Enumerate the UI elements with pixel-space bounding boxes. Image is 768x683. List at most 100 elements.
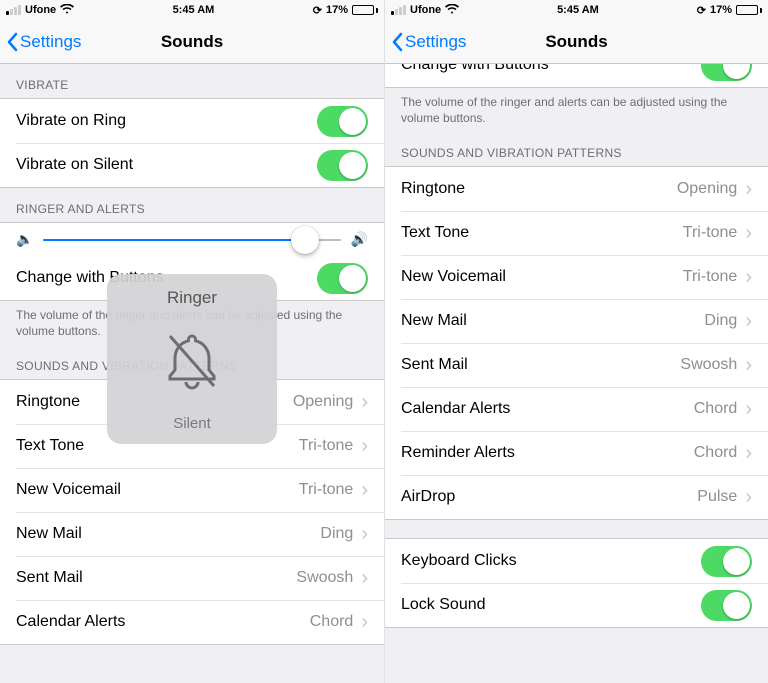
left-screenshot: Ufone 5:45 AM ⟳ 17% Settings Sounds bbox=[0, 0, 384, 683]
back-label: Settings bbox=[405, 32, 466, 52]
row-value: Swoosh bbox=[296, 569, 353, 587]
row-label: Keyboard Clicks bbox=[401, 552, 701, 570]
row-label: Change with Buttons bbox=[401, 64, 701, 74]
bell-silent-icon bbox=[152, 322, 232, 402]
chevron-right-icon: › bbox=[361, 480, 368, 500]
row-label: Reminder Alerts bbox=[401, 444, 694, 462]
row-value: Ding bbox=[704, 312, 737, 330]
row-label: Lock Sound bbox=[401, 596, 701, 614]
list-item[interactable]: Reminder AlertsChord › bbox=[385, 431, 768, 475]
speaker-high-icon: 🔊 bbox=[351, 231, 368, 248]
row-value: Swoosh bbox=[680, 356, 737, 374]
chevron-right-icon: › bbox=[361, 436, 368, 456]
chevron-left-icon bbox=[6, 32, 18, 52]
status-bar: Ufone 5:45 AM ⟳ 17% bbox=[0, 0, 384, 20]
status-time: 5:45 AM bbox=[173, 4, 215, 16]
section-header-ringer: RINGER AND ALERTS bbox=[0, 188, 384, 222]
row-value: Opening bbox=[293, 393, 354, 411]
chevron-left-icon bbox=[391, 32, 403, 52]
list-item[interactable]: AirDropPulse› bbox=[385, 475, 768, 519]
row-value: Tri-tone bbox=[299, 481, 354, 499]
wifi-icon bbox=[60, 4, 74, 17]
chevron-right-icon: › bbox=[745, 179, 752, 199]
battery-pct: 17% bbox=[326, 4, 348, 16]
list-item[interactable]: Text ToneTri-tone › bbox=[385, 211, 768, 255]
row-value: Ding bbox=[320, 525, 353, 543]
row-label: New Voicemail bbox=[16, 481, 299, 499]
carrier-label: Ufone bbox=[410, 4, 441, 16]
status-time: 5:45 AM bbox=[557, 4, 599, 16]
battery-pct: 17% bbox=[710, 4, 732, 16]
chevron-right-icon: › bbox=[361, 524, 368, 544]
row-value: Opening bbox=[677, 180, 738, 198]
toggle-keyboard-clicks[interactable] bbox=[701, 546, 752, 577]
wifi-icon bbox=[445, 4, 459, 17]
row-keyboard-clicks[interactable]: Keyboard Clicks bbox=[385, 539, 768, 583]
section-header-vibrate: VIBRATE bbox=[0, 64, 384, 98]
toggle-change-buttons[interactable] bbox=[701, 64, 752, 81]
list-item[interactable]: Sent MailSwoosh › bbox=[385, 343, 768, 387]
nav-bar: Settings Sounds bbox=[0, 20, 384, 64]
carrier-label: Ufone bbox=[25, 4, 56, 16]
list-item[interactable]: New MailDing› bbox=[385, 299, 768, 343]
chevron-right-icon: › bbox=[361, 612, 368, 632]
speaker-low-icon: 🔈 bbox=[16, 231, 33, 248]
chevron-right-icon: › bbox=[745, 311, 752, 331]
ringer-hud-overlay: Ringer Silent bbox=[107, 274, 277, 444]
rotation-lock-icon: ⟳ bbox=[697, 4, 706, 17]
row-label: Sent Mail bbox=[401, 356, 680, 374]
row-label: New Voicemail bbox=[401, 268, 683, 286]
list-item[interactable]: New VoicemailTri-tone › bbox=[0, 468, 384, 512]
right-screenshot: Ufone 5:45 AM ⟳ 17% Settings Sounds bbox=[384, 0, 768, 683]
row-label: Calendar Alerts bbox=[401, 400, 694, 418]
battery-icon bbox=[352, 5, 378, 15]
section-footer: The volume of the ringer and alerts can … bbox=[385, 88, 768, 132]
row-value: Chord bbox=[694, 444, 738, 462]
row-lock-sound[interactable]: Lock Sound bbox=[385, 583, 768, 627]
toggle-change-buttons[interactable] bbox=[317, 263, 368, 294]
row-label: Vibrate on Silent bbox=[16, 156, 317, 174]
battery-icon bbox=[736, 5, 762, 15]
signal-icon bbox=[391, 5, 406, 15]
row-label: Vibrate on Ring bbox=[16, 112, 317, 130]
chevron-right-icon: › bbox=[361, 568, 368, 588]
list-item[interactable]: Sent MailSwoosh › bbox=[0, 556, 384, 600]
chevron-right-icon: › bbox=[745, 399, 752, 419]
status-bar: Ufone 5:45 AM ⟳ 17% bbox=[385, 0, 768, 20]
list-item[interactable]: New VoicemailTri-tone› bbox=[385, 255, 768, 299]
toggle-lock-sound[interactable] bbox=[701, 590, 752, 621]
row-label: Text Tone bbox=[401, 224, 683, 242]
row-value: Pulse bbox=[697, 488, 737, 506]
chevron-right-icon: › bbox=[745, 487, 752, 507]
rotation-lock-icon: ⟳ bbox=[313, 4, 322, 17]
row-vibrate-on-silent[interactable]: Vibrate on Silent bbox=[0, 143, 384, 187]
row-vibrate-on-ring[interactable]: Vibrate on Ring bbox=[0, 99, 384, 143]
chevron-right-icon: › bbox=[745, 443, 752, 463]
row-label: Sent Mail bbox=[16, 569, 296, 587]
row-value: Tri-tone bbox=[299, 437, 354, 455]
chevron-right-icon: › bbox=[745, 355, 752, 375]
signal-icon bbox=[6, 5, 21, 15]
toggle-vibrate-silent[interactable] bbox=[317, 150, 368, 181]
back-label: Settings bbox=[20, 32, 81, 52]
section-header-patterns: SOUNDS AND VIBRATION PATTERNS bbox=[385, 132, 768, 166]
row-value: Tri-tone bbox=[683, 224, 738, 242]
chevron-right-icon: › bbox=[745, 267, 752, 287]
list-item[interactable]: Calendar AlertsChord › bbox=[385, 387, 768, 431]
back-button[interactable]: Settings bbox=[0, 32, 81, 52]
nav-bar: Settings Sounds bbox=[385, 20, 768, 64]
volume-slider-row[interactable]: 🔈 🔊 bbox=[0, 223, 384, 256]
row-value: Chord bbox=[694, 400, 738, 418]
list-item[interactable]: New MailDing › bbox=[0, 512, 384, 556]
list-item[interactable]: Calendar AlertsChord› bbox=[0, 600, 384, 644]
toggle-vibrate-ring[interactable] bbox=[317, 106, 368, 137]
chevron-right-icon: › bbox=[745, 223, 752, 243]
slider-thumb[interactable] bbox=[291, 226, 319, 254]
row-label: New Mail bbox=[16, 525, 320, 543]
list-item[interactable]: RingtoneOpening › bbox=[385, 167, 768, 211]
row-label: Ringtone bbox=[401, 180, 677, 198]
back-button[interactable]: Settings bbox=[385, 32, 466, 52]
row-change-with-buttons[interactable]: Change with Buttons bbox=[385, 64, 768, 87]
row-label: Calendar Alerts bbox=[16, 613, 310, 631]
chevron-right-icon: › bbox=[361, 392, 368, 412]
